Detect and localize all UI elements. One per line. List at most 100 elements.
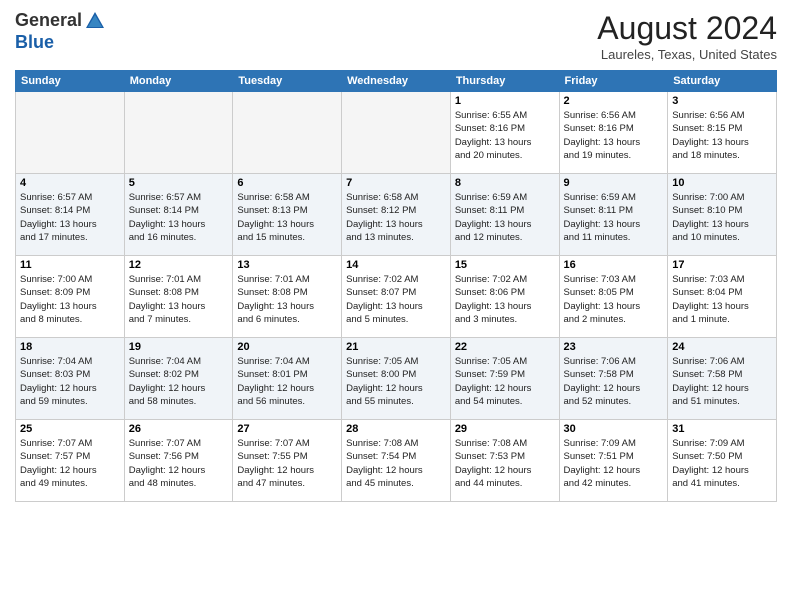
day-number: 19 xyxy=(129,341,229,353)
day-number: 8 xyxy=(455,177,555,189)
day-number: 11 xyxy=(20,259,120,271)
day-detail: Sunrise: 6:55 AM Sunset: 8:16 PM Dayligh… xyxy=(455,109,555,162)
day-number: 20 xyxy=(237,341,337,353)
calendar-table: SundayMondayTuesdayWednesdayThursdayFrid… xyxy=(15,70,777,502)
calendar-cell xyxy=(16,92,125,174)
day-number: 31 xyxy=(672,423,772,435)
day-number: 30 xyxy=(564,423,664,435)
day-number: 22 xyxy=(455,341,555,353)
day-detail: Sunrise: 7:01 AM Sunset: 8:08 PM Dayligh… xyxy=(237,273,337,326)
day-number: 24 xyxy=(672,341,772,353)
day-detail: Sunrise: 6:57 AM Sunset: 8:14 PM Dayligh… xyxy=(129,191,229,244)
day-detail: Sunrise: 7:02 AM Sunset: 8:06 PM Dayligh… xyxy=(455,273,555,326)
calendar-cell: 19Sunrise: 7:04 AM Sunset: 8:02 PM Dayli… xyxy=(124,338,233,420)
day-number: 25 xyxy=(20,423,120,435)
day-number: 12 xyxy=(129,259,229,271)
day-detail: Sunrise: 7:04 AM Sunset: 8:01 PM Dayligh… xyxy=(237,355,337,408)
week-row-3: 11Sunrise: 7:00 AM Sunset: 8:09 PM Dayli… xyxy=(16,256,777,338)
weekday-header-monday: Monday xyxy=(124,71,233,92)
weekday-header-tuesday: Tuesday xyxy=(233,71,342,92)
title-block: August 2024 Laureles, Texas, United Stat… xyxy=(597,10,777,62)
day-detail: Sunrise: 7:04 AM Sunset: 8:03 PM Dayligh… xyxy=(20,355,120,408)
calendar-cell: 20 Sunrise: 7:04 AM Sunset: 8:01 PM Dayli… xyxy=(233,338,342,420)
calendar-cell: 17Sunrise: 7:03 AM Sunset: 8:04 PM Dayli… xyxy=(668,256,777,338)
day-detail: Sunrise: 6:57 AM Sunset: 8:14 PM Dayligh… xyxy=(20,191,120,244)
day-number: 6 xyxy=(237,177,337,189)
calendar-cell: 30 Sunrise: 7:09 AM Sunset: 7:51 PM Dayli… xyxy=(559,420,668,502)
calendar-cell: 13 Sunrise: 7:01 AM Sunset: 8:08 PM Dayli… xyxy=(233,256,342,338)
day-number: 16 xyxy=(564,259,664,271)
day-detail: Sunrise: 7:07 AM Sunset: 7:55 PM Dayligh… xyxy=(237,437,337,490)
calendar-cell: 1 Sunrise: 6:55 AM Sunset: 8:16 PM Daylig… xyxy=(450,92,559,174)
day-detail: Sunrise: 7:08 AM Sunset: 7:54 PM Dayligh… xyxy=(346,437,446,490)
day-number: 14 xyxy=(346,259,446,271)
day-detail: Sunrise: 7:03 AM Sunset: 8:05 PM Dayligh… xyxy=(564,273,664,326)
calendar-cell: 11Sunrise: 7:00 AM Sunset: 8:09 PM Dayli… xyxy=(16,256,125,338)
day-number: 5 xyxy=(129,177,229,189)
calendar-cell: 26 Sunrise: 7:07 AM Sunset: 7:56 PM Dayli… xyxy=(124,420,233,502)
day-detail: Sunrise: 7:08 AM Sunset: 7:53 PM Dayligh… xyxy=(455,437,555,490)
calendar-cell: 29 Sunrise: 7:08 AM Sunset: 7:53 PM Dayli… xyxy=(450,420,559,502)
day-number: 18 xyxy=(20,341,120,353)
calendar-cell: 2 Sunrise: 6:56 AM Sunset: 8:16 PM Daylig… xyxy=(559,92,668,174)
week-row-5: 25Sunrise: 7:07 AM Sunset: 7:57 PM Dayli… xyxy=(16,420,777,502)
day-detail: Sunrise: 7:05 AM Sunset: 7:59 PM Dayligh… xyxy=(455,355,555,408)
weekday-header-friday: Friday xyxy=(559,71,668,92)
logo-icon xyxy=(84,10,106,32)
day-number: 28 xyxy=(346,423,446,435)
calendar-cell: 24 Sunrise: 7:06 AM Sunset: 7:58 PM Dayli… xyxy=(668,338,777,420)
day-detail: Sunrise: 7:06 AM Sunset: 7:58 PM Dayligh… xyxy=(672,355,772,408)
day-detail: Sunrise: 6:56 AM Sunset: 8:15 PM Dayligh… xyxy=(672,109,772,162)
day-number: 27 xyxy=(237,423,337,435)
day-detail: Sunrise: 6:59 AM Sunset: 8:11 PM Dayligh… xyxy=(564,191,664,244)
calendar-cell xyxy=(124,92,233,174)
calendar-cell: 27 Sunrise: 7:07 AM Sunset: 7:55 PM Dayli… xyxy=(233,420,342,502)
calendar-cell: 6Sunrise: 6:58 AM Sunset: 8:13 PM Daylig… xyxy=(233,174,342,256)
header: General Blue August 2024 Laureles, Texas… xyxy=(15,10,777,62)
day-number: 1 xyxy=(455,95,555,107)
calendar-cell: 8 Sunrise: 6:59 AM Sunset: 8:11 PM Daylig… xyxy=(450,174,559,256)
calendar-cell: 16 Sunrise: 7:03 AM Sunset: 8:05 PM Dayli… xyxy=(559,256,668,338)
day-number: 2 xyxy=(564,95,664,107)
day-number: 26 xyxy=(129,423,229,435)
day-detail: Sunrise: 6:59 AM Sunset: 8:11 PM Dayligh… xyxy=(455,191,555,244)
day-number: 23 xyxy=(564,341,664,353)
day-number: 3 xyxy=(672,95,772,107)
calendar-cell: 31Sunrise: 7:09 AM Sunset: 7:50 PM Dayli… xyxy=(668,420,777,502)
logo-general-text: General xyxy=(15,10,82,32)
day-detail: Sunrise: 7:07 AM Sunset: 7:56 PM Dayligh… xyxy=(129,437,229,490)
weekday-header-thursday: Thursday xyxy=(450,71,559,92)
day-detail: Sunrise: 7:05 AM Sunset: 8:00 PM Dayligh… xyxy=(346,355,446,408)
week-row-1: 1 Sunrise: 6:55 AM Sunset: 8:16 PM Daylig… xyxy=(16,92,777,174)
calendar-cell: 21 Sunrise: 7:05 AM Sunset: 8:00 PM Dayli… xyxy=(342,338,451,420)
calendar-cell: 9 Sunrise: 6:59 AM Sunset: 8:11 PM Daylig… xyxy=(559,174,668,256)
weekday-header-saturday: Saturday xyxy=(668,71,777,92)
day-detail: Sunrise: 7:03 AM Sunset: 8:04 PM Dayligh… xyxy=(672,273,772,326)
calendar-cell: 22 Sunrise: 7:05 AM Sunset: 7:59 PM Dayli… xyxy=(450,338,559,420)
day-number: 21 xyxy=(346,341,446,353)
day-detail: Sunrise: 6:56 AM Sunset: 8:16 PM Dayligh… xyxy=(564,109,664,162)
day-number: 9 xyxy=(564,177,664,189)
calendar-cell: 12 Sunrise: 7:01 AM Sunset: 8:08 PM Dayli… xyxy=(124,256,233,338)
day-detail: Sunrise: 6:58 AM Sunset: 8:12 PM Dayligh… xyxy=(346,191,446,244)
day-detail: Sunrise: 7:09 AM Sunset: 7:51 PM Dayligh… xyxy=(564,437,664,490)
calendar-cell: 15 Sunrise: 7:02 AM Sunset: 8:06 PM Dayli… xyxy=(450,256,559,338)
day-detail: Sunrise: 7:00 AM Sunset: 8:10 PM Dayligh… xyxy=(672,191,772,244)
calendar-cell: 3 Sunrise: 6:56 AM Sunset: 8:15 PM Daylig… xyxy=(668,92,777,174)
day-number: 4 xyxy=(20,177,120,189)
location: Laureles, Texas, United States xyxy=(597,47,777,62)
calendar-cell xyxy=(342,92,451,174)
day-number: 15 xyxy=(455,259,555,271)
week-row-4: 18 Sunrise: 7:04 AM Sunset: 8:03 PM Dayli… xyxy=(16,338,777,420)
calendar-cell: 4 Sunrise: 6:57 AM Sunset: 8:14 PM Daylig… xyxy=(16,174,125,256)
weekday-header-row: SundayMondayTuesdayWednesdayThursdayFrid… xyxy=(16,71,777,92)
weekday-header-sunday: Sunday xyxy=(16,71,125,92)
day-detail: Sunrise: 7:01 AM Sunset: 8:08 PM Dayligh… xyxy=(129,273,229,326)
day-detail: Sunrise: 7:02 AM Sunset: 8:07 PM Dayligh… xyxy=(346,273,446,326)
page: General Blue August 2024 Laureles, Texas… xyxy=(0,0,792,612)
day-number: 29 xyxy=(455,423,555,435)
calendar-cell: 14 Sunrise: 7:02 AM Sunset: 8:07 PM Dayli… xyxy=(342,256,451,338)
day-detail: Sunrise: 7:06 AM Sunset: 7:58 PM Dayligh… xyxy=(564,355,664,408)
day-number: 13 xyxy=(237,259,337,271)
calendar-cell: 18 Sunrise: 7:04 AM Sunset: 8:03 PM Dayli… xyxy=(16,338,125,420)
